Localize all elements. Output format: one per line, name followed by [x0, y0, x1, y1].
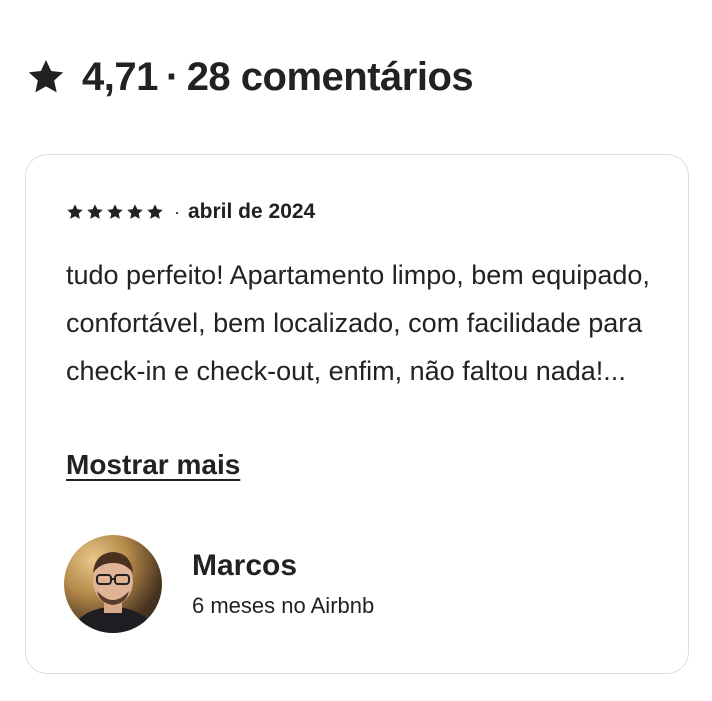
review-card: · abril de 2024 tudo perfeito! Apartamen… — [25, 154, 689, 674]
star-icon — [67, 204, 83, 219]
average-rating: 4,71 — [82, 54, 158, 99]
review-count: 28 comentários — [186, 54, 474, 99]
show-more-link[interactable]: Mostrar mais — [66, 449, 240, 481]
review-stars — [66, 203, 166, 221]
star-icon — [127, 204, 143, 219]
separator-dot: · — [165, 54, 179, 99]
reviewer-tenure: 6 meses no Airbnb — [192, 593, 375, 618]
star-icon — [87, 204, 103, 219]
reviewer-name: Marcos — [192, 549, 298, 582]
reviewer-details: Marcos 6 meses no Airbnb — [192, 549, 374, 619]
rating-summary: 4,71 · 28 comentários — [26, 52, 474, 102]
review-meta: · abril de 2024 — [66, 199, 315, 225]
star-icon — [28, 60, 64, 93]
review-text: tudo perfeito! Apartamento limpo, bem eq… — [66, 260, 650, 386]
star-icon — [107, 204, 123, 219]
reviews-section: 4,71 · 28 comentários · abril de 2024 tu… — [0, 0, 712, 701]
star-icon — [147, 204, 163, 219]
avatar-photo — [73, 552, 153, 633]
separator-dot: · — [174, 201, 180, 222]
review-date: abril de 2024 — [188, 200, 316, 223]
avatar[interactable] — [64, 535, 162, 633]
reviewer-info[interactable]: Marcos 6 meses no Airbnb — [64, 535, 374, 633]
